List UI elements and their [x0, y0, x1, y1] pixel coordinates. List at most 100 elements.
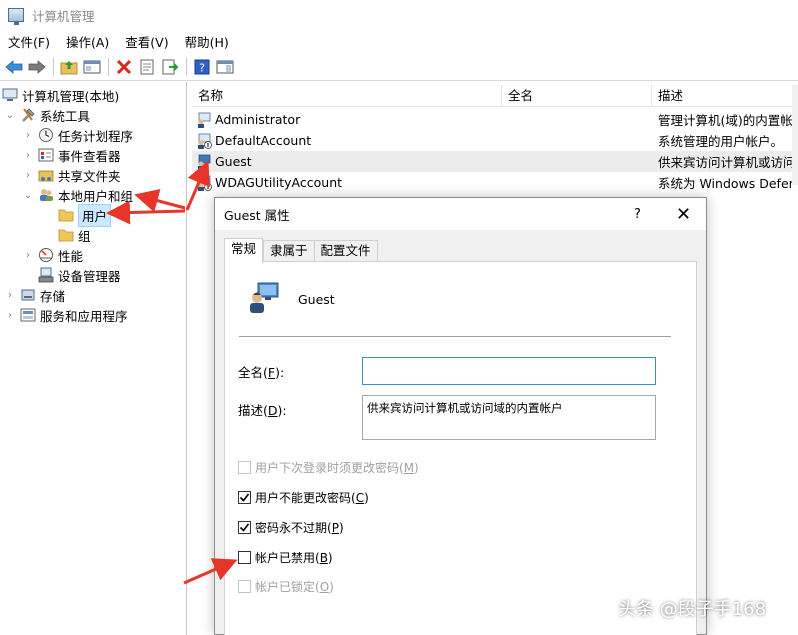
chevron-right-icon[interactable]: › — [22, 130, 34, 141]
menu-bar: 文件(F) 操作(A) 查看(V) 帮助(H) — [0, 30, 798, 52]
up-folder-icon[interactable] — [58, 56, 80, 78]
cannot-change-password-checkbox[interactable]: 用户不能更改密码(C) — [238, 489, 369, 506]
chevron-right-icon[interactable]: › — [4, 290, 16, 301]
tree-item-root[interactable]: 计算机管理(本地) — [2, 85, 119, 105]
action-pane-icon[interactable] — [214, 56, 236, 78]
must-change-password-checkbox[interactable]: 用户下次登录时须更改密码(M) — [238, 459, 419, 476]
tree-item-shared-folders[interactable]: › 共享文件夹 — [22, 165, 121, 185]
folder-icon — [58, 227, 74, 243]
table-row[interactable]: DefaultAccount 系统管理的用户帐户。 — [192, 130, 792, 151]
table-row[interactable]: Administrator 管理计算机(域)的内置帐户 — [192, 109, 792, 130]
password-never-expires-checkbox[interactable]: 密码永不过期(P) — [238, 519, 344, 536]
list-header: 名称 全名 描述 — [192, 85, 798, 107]
close-button[interactable]: ✕ — [661, 198, 706, 230]
user-icon — [250, 282, 279, 313]
tree-label-shared-folders: 共享文件夹 — [58, 168, 121, 184]
tab-general[interactable]: 常规 — [224, 238, 264, 263]
clock-icon — [38, 127, 54, 143]
chevron-right-icon[interactable]: › — [4, 310, 16, 321]
user-name: Administrator — [215, 112, 301, 127]
guest-properties-dialog: Guest 属性 ? ✕ 常规 隶属于 配置文件 Guest 全名(F): 描述… — [214, 197, 707, 635]
toolbar: ? — [0, 53, 798, 81]
account-disabled-checkbox[interactable]: 帐户已禁用(B) — [238, 549, 333, 566]
tree-label-device-manager: 设备管理器 — [58, 268, 121, 284]
menu-view[interactable]: 查看(V) — [117, 32, 176, 51]
export-list-icon[interactable] — [159, 56, 181, 78]
checkbox-box[interactable] — [238, 461, 251, 474]
folder-icon — [58, 207, 74, 223]
delete-icon[interactable] — [113, 56, 135, 78]
tree-item-storage[interactable]: › 存储 — [4, 285, 65, 305]
tools-icon — [20, 107, 36, 123]
navigation-tree: 计算机管理(本地) ⌄ 系统工具 › 任务计划程序 › 事件查看器 › 共享文件… — [0, 82, 187, 635]
user-icon — [198, 154, 211, 170]
tree-item-event-viewer[interactable]: › 事件查看器 — [22, 145, 121, 165]
forward-arrow-icon[interactable] — [26, 56, 48, 78]
table-row[interactable]: Guest 供来宾访问计算机或访问域的内置帐户 — [192, 151, 792, 172]
performance-icon — [38, 247, 54, 263]
menu-help[interactable]: 帮助(H) — [177, 32, 237, 51]
tree-label-groups: 组 — [78, 228, 91, 244]
user-description: 系统为 Windows Defender — [658, 176, 792, 191]
chevron-down-icon[interactable]: ⌄ — [22, 190, 34, 201]
checkbox-box[interactable] — [238, 521, 251, 534]
tree-label-system-tools: 系统工具 — [40, 108, 91, 124]
tree-item-task-scheduler[interactable]: › 任务计划程序 — [22, 125, 133, 145]
users-groups-icon — [38, 187, 54, 203]
fullname-field[interactable] — [362, 357, 656, 385]
tree-item-performance[interactable]: › 性能 — [22, 245, 83, 265]
dialog-title: Guest 属性 — [224, 207, 290, 223]
shared-folder-icon — [38, 167, 54, 183]
computer-management-icon — [8, 8, 24, 25]
tree-label-event-viewer: 事件查看器 — [58, 148, 121, 164]
user-name: DefaultAccount — [215, 133, 312, 148]
user-name: WDAGUtilityAccount — [215, 175, 343, 190]
account-locked-checkbox[interactable]: 帐户已锁定(O) — [238, 578, 334, 595]
tree-label-task-scheduler: 任务计划程序 — [58, 128, 134, 144]
storage-icon — [20, 287, 36, 303]
properties-icon[interactable] — [136, 56, 158, 78]
tree-item-users[interactable]: 用户 — [54, 203, 112, 227]
tab-member-of[interactable]: 隶属于 — [263, 240, 315, 262]
tree-item-local-users-groups[interactable]: ⌄ 本地用户和组 — [22, 185, 133, 205]
tree-item-groups[interactable]: 组 — [54, 225, 91, 245]
user-description: 供来宾访问计算机或访问域的内置帐户 — [658, 155, 792, 170]
fullname-label: 全名(F): — [238, 365, 285, 380]
description-label: 描述(D): — [238, 403, 287, 418]
svg-text:?: ? — [199, 61, 205, 74]
tree-label-users: 用户 — [78, 203, 112, 227]
toolbar-separator — [108, 57, 109, 76]
help-button[interactable]: ? — [615, 198, 660, 230]
chevron-down-icon[interactable]: ⌄ — [4, 110, 16, 121]
tree-item-services-apps[interactable]: › 服务和应用程序 — [4, 305, 128, 325]
checkbox-box[interactable] — [238, 491, 251, 504]
chevron-right-icon[interactable]: › — [22, 170, 34, 181]
chevron-right-icon[interactable]: › — [22, 250, 34, 261]
column-description[interactable]: 描述 — [652, 85, 792, 107]
event-viewer-icon — [38, 147, 54, 163]
watermark: 头条 @段子手168 — [618, 599, 767, 620]
column-fullname[interactable]: 全名 — [502, 85, 652, 107]
tree-item-system-tools[interactable]: ⌄ 系统工具 — [4, 105, 90, 125]
vertical-scrollbar[interactable] — [792, 85, 798, 185]
description-field[interactable]: 供来宾访问计算机或访问域的内置帐户 — [362, 395, 656, 440]
menu-file[interactable]: 文件(F) — [0, 32, 58, 51]
checkbox-box[interactable] — [238, 551, 251, 564]
tree-item-device-manager[interactable]: 设备管理器 — [34, 265, 121, 285]
window-title: 计算机管理 — [32, 8, 95, 24]
help-icon[interactable]: ? — [191, 56, 213, 78]
checkbox-box[interactable] — [238, 580, 251, 593]
divider — [239, 336, 671, 337]
show-hide-tree-icon[interactable] — [81, 56, 103, 78]
user-description: 系统管理的用户帐户。 — [658, 134, 784, 149]
device-manager-icon — [38, 267, 54, 283]
user-name: Guest — [298, 292, 335, 307]
table-row[interactable]: WDAGUtilityAccount 系统为 Windows Defender — [192, 172, 792, 193]
toolbar-separator — [186, 57, 187, 76]
chevron-right-icon[interactable]: › — [22, 150, 34, 161]
back-arrow-icon[interactable] — [3, 56, 25, 78]
dialog-tabs: 常规 隶属于 配置文件 — [224, 238, 378, 263]
menu-action[interactable]: 操作(A) — [58, 32, 117, 51]
tab-profile[interactable]: 配置文件 — [314, 240, 378, 262]
column-name[interactable]: 名称 — [192, 85, 502, 107]
